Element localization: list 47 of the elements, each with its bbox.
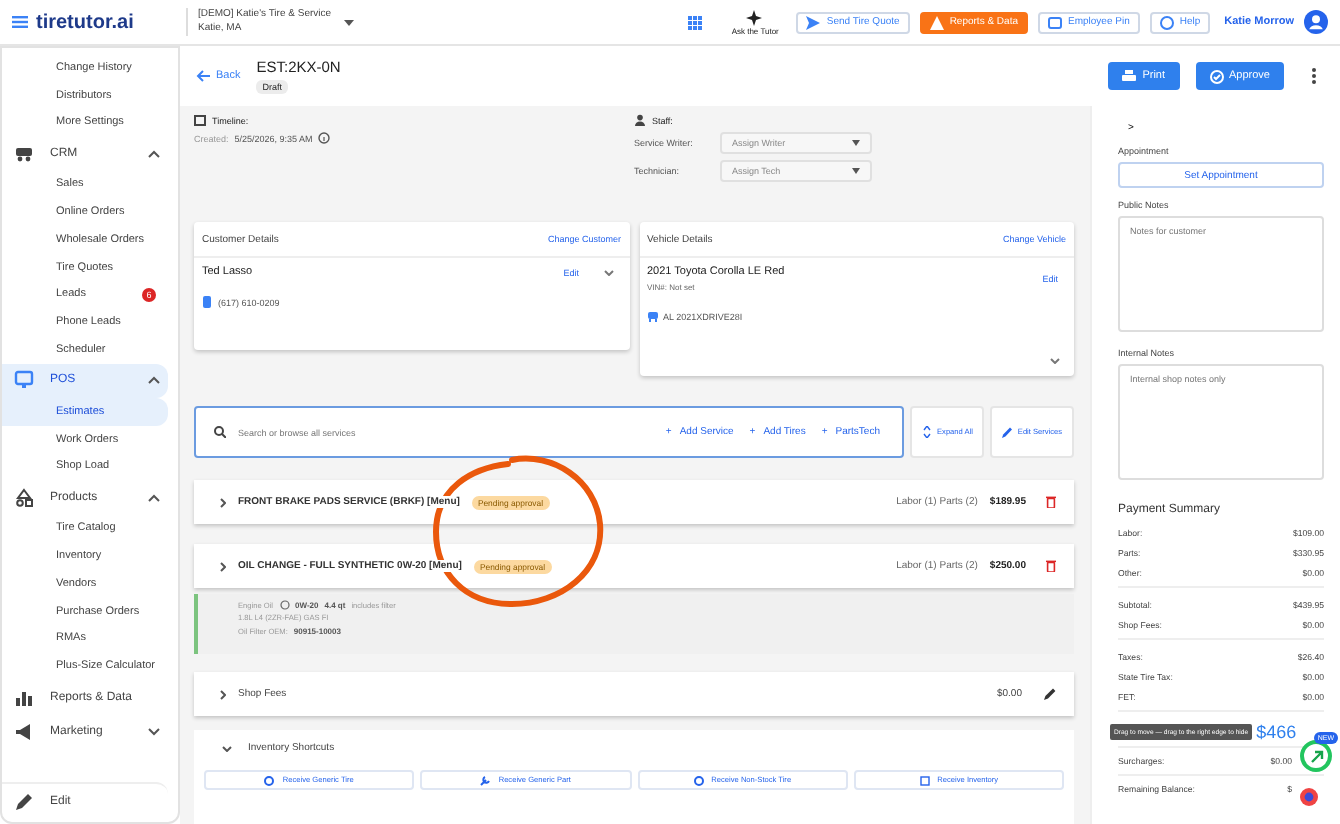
caret-icon xyxy=(343,19,354,25)
shapes-icon xyxy=(14,487,34,508)
monitor-icon xyxy=(1048,15,1062,29)
car-icon xyxy=(647,310,657,322)
arrow-left-icon xyxy=(196,70,210,82)
chevron-icon xyxy=(1050,358,1060,364)
caret-icon xyxy=(852,168,860,174)
menu-icon xyxy=(12,16,28,28)
pencil-icon xyxy=(1044,688,1056,700)
tire-icon xyxy=(693,775,704,785)
printer-icon xyxy=(1122,69,1137,83)
chevron-icon xyxy=(220,689,226,699)
trash-icon xyxy=(1046,560,1056,572)
pencil-icon xyxy=(1001,426,1012,438)
monitor-icon xyxy=(14,370,34,391)
avatar-icon xyxy=(1304,10,1328,34)
total-value: $466 xyxy=(1256,722,1297,742)
arrow-icon xyxy=(1309,749,1323,763)
chevron-icon xyxy=(220,497,226,507)
chevron-icon xyxy=(222,745,232,751)
chevron-icon xyxy=(148,376,160,385)
box-icon xyxy=(919,775,930,785)
warning-icon xyxy=(929,15,944,29)
search-icon xyxy=(214,426,226,438)
help-icon xyxy=(1159,15,1174,29)
phone-icon xyxy=(202,296,212,308)
tire-icon xyxy=(264,775,275,785)
support-icon xyxy=(1300,788,1318,806)
assistant-button[interactable] xyxy=(1300,740,1332,772)
megaphone-icon xyxy=(14,721,34,742)
pencil-icon xyxy=(14,791,34,811)
sparkle-icon xyxy=(746,9,765,25)
chevron-icon xyxy=(603,269,613,275)
check-circle-icon xyxy=(1209,69,1223,83)
expand-icon xyxy=(921,426,932,438)
send-icon xyxy=(806,15,821,29)
chevron-icon xyxy=(148,149,160,158)
caret-icon xyxy=(852,140,860,146)
trash-icon xyxy=(1046,496,1056,508)
car-icon xyxy=(14,143,34,164)
chevron-icon xyxy=(148,727,160,736)
grid-icon xyxy=(687,15,702,29)
chevron-icon xyxy=(148,493,160,502)
person-icon xyxy=(634,114,646,126)
bar-chart-icon xyxy=(14,687,34,708)
chevron-icon xyxy=(220,561,226,571)
logo: tiretutor.ai xyxy=(36,11,134,33)
